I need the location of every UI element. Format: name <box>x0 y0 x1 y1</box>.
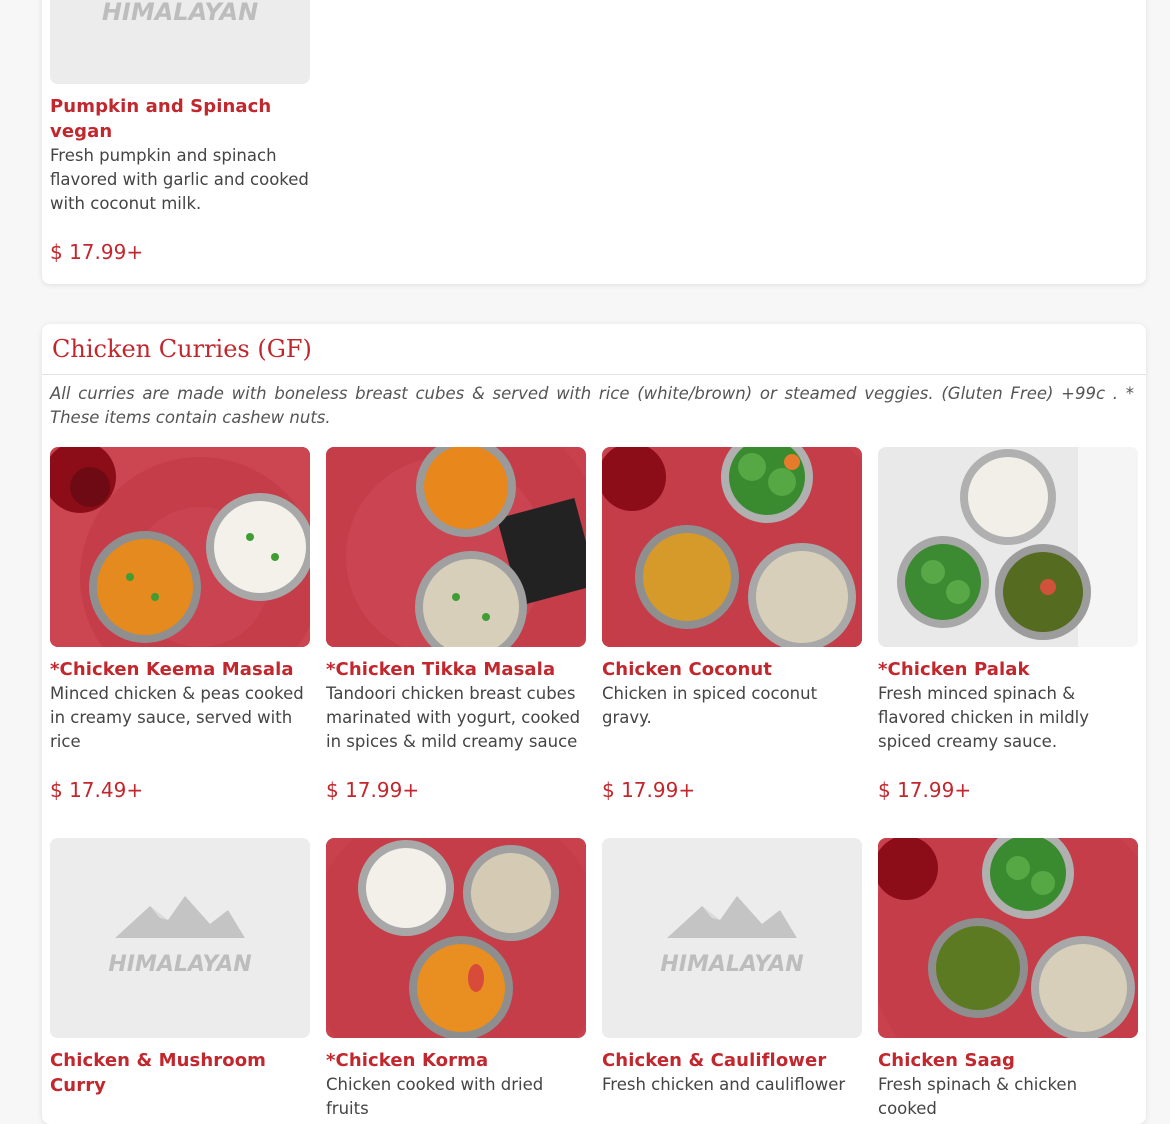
item-price: $ 17.49+ <box>50 778 144 802</box>
item-description: Fresh spinach & chicken cooked <box>878 1075 1078 1118</box>
item-description: Fresh minced spinach & flavored chicken … <box>878 684 1090 751</box>
menu-section-chicken-curries: Chicken Curries (GF) All curries are mad… <box>42 324 1146 1124</box>
item-description: Fresh chicken and cauliflower <box>602 1075 846 1094</box>
item-name[interactable]: *Chicken Keema Masala <box>50 657 310 682</box>
svg-text:HIMALAYAN: HIMALAYAN <box>660 952 803 977</box>
svg-text:HIMALAYAN: HIMALAYAN <box>102 0 258 26</box>
food-photo-icon <box>602 447 862 647</box>
item-price: $ 17.99+ <box>50 240 144 264</box>
item-description: Tandoori chicken breast cubes marinated … <box>326 684 581 751</box>
item-name[interactable]: Chicken & Cauliflower <box>602 1048 862 1073</box>
item-description: Minced chicken & peas cooked in creamy s… <box>50 684 304 751</box>
menu-section-previous: HIMALAYAN Pumpkin and Spinach vegan Fres… <box>42 0 1146 284</box>
himalayan-logo-icon: HIMALAYAN <box>602 838 862 1038</box>
menu-item-card[interactable]: HIMALAYAN Chicken & Mushroom Curry <box>50 838 310 1098</box>
item-description: Chicken in spiced coconut gravy. <box>602 684 818 727</box>
menu-item-card[interactable]: HIMALAYAN Chicken & Cauliflower Fresh ch… <box>602 838 862 1097</box>
food-photo-icon <box>326 838 586 1038</box>
item-photo <box>602 447 862 647</box>
food-photo-icon <box>878 447 1138 647</box>
himalayan-logo-icon: HIMALAYAN <box>50 0 310 84</box>
section-note: All curries are made with boneless breas… <box>50 384 1134 427</box>
item-photo <box>326 447 586 647</box>
item-image-placeholder: HIMALAYAN <box>602 838 862 1038</box>
menu-item-card[interactable]: *Chicken Korma Chicken cooked with dried… <box>326 838 586 1121</box>
menu-item-card[interactable]: *Chicken Tikka Masala Tandoori chicken b… <box>326 447 586 802</box>
item-photo <box>50 447 310 647</box>
item-name[interactable]: Chicken Coconut <box>602 657 862 682</box>
himalayan-logo-icon: HIMALAYAN <box>50 838 310 1038</box>
item-name[interactable]: *Chicken Palak <box>878 657 1138 682</box>
item-price: $ 17.99+ <box>602 778 696 802</box>
section-divider <box>42 374 1146 375</box>
menu-item-card[interactable]: *Chicken Keema Masala Minced chicken & p… <box>50 447 310 802</box>
item-name[interactable]: Chicken & Mushroom Curry <box>50 1048 310 1098</box>
menu-item-card[interactable]: Chicken Saag Fresh spinach & chicken coo… <box>878 838 1138 1121</box>
menu-item-card[interactable]: Chicken Coconut Chicken in spiced coconu… <box>602 447 862 802</box>
item-description: Chicken cooked with dried fruits <box>326 1075 544 1118</box>
item-price: $ 17.99+ <box>878 778 972 802</box>
item-name[interactable]: Pumpkin and Spinach vegan <box>50 94 310 144</box>
menu-item-card[interactable]: HIMALAYAN Pumpkin and Spinach vegan Fres… <box>50 0 310 264</box>
food-photo-icon <box>878 838 1138 1038</box>
item-name[interactable]: Chicken Saag <box>878 1048 1138 1073</box>
item-photo <box>878 838 1138 1038</box>
menu-item-card[interactable]: *Chicken Palak Fresh minced spinach & fl… <box>878 447 1138 802</box>
item-name[interactable]: *Chicken Tikka Masala <box>326 657 586 682</box>
item-image-placeholder: HIMALAYAN <box>50 0 310 84</box>
svg-text:HIMALAYAN: HIMALAYAN <box>108 952 251 977</box>
item-photo <box>326 838 586 1038</box>
item-description: Fresh pumpkin and spinach flavored with … <box>50 146 309 213</box>
food-photo-icon <box>326 447 586 647</box>
item-image-placeholder: HIMALAYAN <box>50 838 310 1038</box>
item-photo <box>878 447 1138 647</box>
section-title: Chicken Curries (GF) <box>52 335 312 363</box>
item-price: $ 17.99+ <box>326 778 420 802</box>
food-photo-icon <box>50 447 310 647</box>
item-name[interactable]: *Chicken Korma <box>326 1048 586 1073</box>
